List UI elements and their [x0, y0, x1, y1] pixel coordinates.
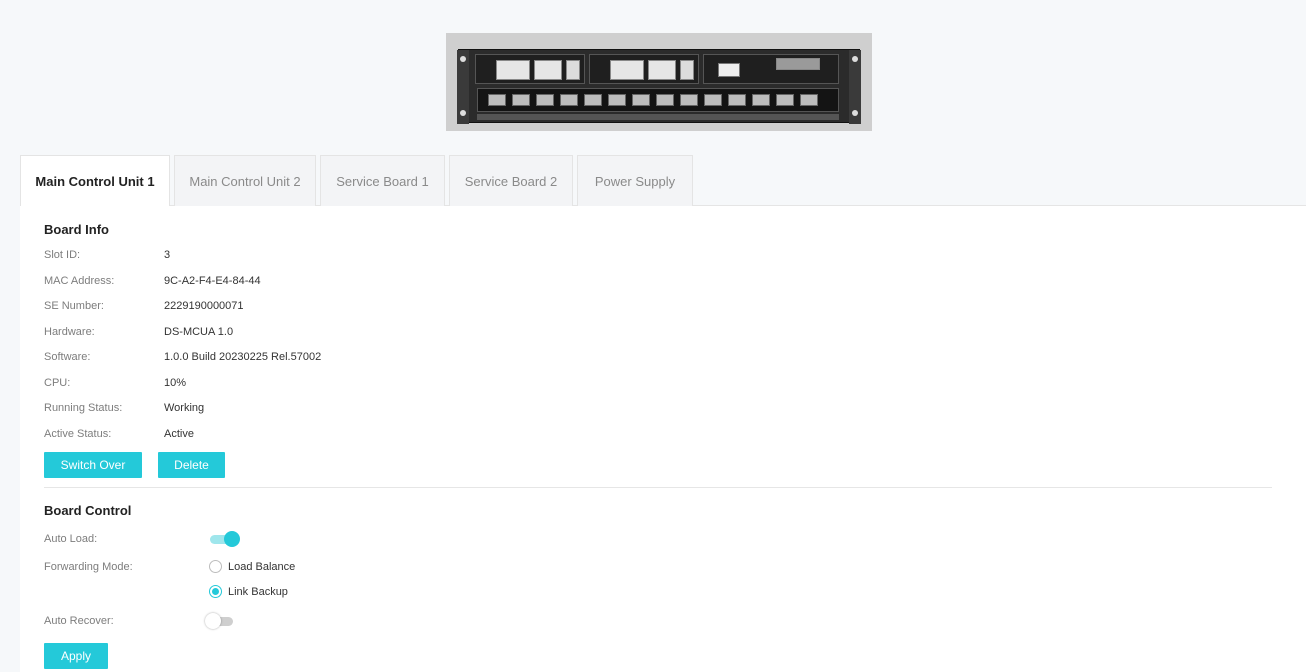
switch-over-button[interactable]: Switch Over [44, 452, 142, 478]
rj45-port [584, 94, 602, 106]
hardware-value: DS-MCUA 1.0 [164, 326, 234, 338]
delete-button[interactable]: Delete [158, 452, 225, 478]
rj45-port [752, 94, 770, 106]
rack-ear-left [457, 50, 469, 124]
sfp-ports [610, 60, 644, 80]
rj45-port [608, 94, 626, 106]
power-handle [776, 58, 820, 70]
chassis-rail [477, 114, 839, 120]
ear-hole [460, 110, 466, 116]
power-socket [718, 63, 740, 77]
running-status-label: Running Status: [44, 402, 123, 414]
tab-service-board-2[interactable]: Service Board 2 [449, 155, 573, 206]
rj45-port [560, 94, 578, 106]
mac-address-label: MAC Address: [44, 275, 115, 287]
toggle-knob [224, 531, 240, 547]
se-number-value: 2229190000071 [164, 300, 244, 312]
link-backup-label[interactable]: Link Backup [228, 586, 288, 598]
forwarding-mode-label: Forwarding Mode: [44, 561, 133, 573]
power-slot [703, 54, 839, 84]
board-control-title: Board Control [44, 503, 132, 518]
active-status-label: Active Status: [44, 428, 112, 440]
software-value: 1.0.0 Build 20230225 Rel.57002 [164, 351, 322, 363]
board-info-title: Board Info [44, 222, 109, 237]
tab-main-control-unit-2[interactable]: Main Control Unit 2 [174, 155, 316, 206]
mcu-slot-1 [475, 54, 585, 84]
tab-main-control-unit-1[interactable]: Main Control Unit 1 [20, 155, 170, 207]
hardware-label: Hardware: [44, 326, 95, 338]
rj45-port [728, 94, 746, 106]
auto-recover-label: Auto Recover: [44, 615, 114, 627]
cpu-value: 10% [164, 377, 187, 389]
rj45-port [680, 94, 698, 106]
rj45-port [800, 94, 818, 106]
load-balance-radio[interactable] [209, 560, 222, 573]
running-status-value: Working [164, 402, 205, 414]
rj45-port [512, 94, 530, 106]
software-label: Software: [44, 351, 91, 363]
toggle-knob [205, 613, 221, 629]
tab-power-supply[interactable]: Power Supply [577, 155, 693, 206]
service-board-slot [477, 88, 839, 112]
rj45-port [488, 94, 506, 106]
ear-hole [852, 56, 858, 62]
rj45-port [776, 94, 794, 106]
mac-address-value: 9C-A2-F4-E4-84-44 [164, 275, 261, 287]
load-balance-label[interactable]: Load Balance [228, 561, 295, 573]
slot-id-value: 3 [164, 249, 171, 261]
rj45-port [704, 94, 722, 106]
sfp-ports [648, 60, 676, 80]
console-port [566, 60, 580, 80]
auto-load-toggle[interactable] [208, 530, 240, 548]
se-number-label: SE Number: [44, 300, 104, 312]
board-panel: Board Info Slot ID: 3 MAC Address: 9C-A2… [20, 206, 1306, 672]
rj45-port [536, 94, 554, 106]
cpu-label: CPU: [44, 377, 71, 389]
rj45-port [656, 94, 674, 106]
apply-button[interactable]: Apply [44, 643, 108, 669]
section-divider [44, 487, 1272, 488]
sfp-ports [496, 60, 530, 80]
tab-service-board-1[interactable]: Service Board 1 [320, 155, 445, 206]
device-chassis-image [446, 33, 872, 131]
link-backup-radio[interactable] [209, 585, 222, 598]
auto-recover-toggle[interactable] [205, 612, 237, 630]
console-port [680, 60, 694, 80]
sfp-ports [534, 60, 562, 80]
auto-load-label: Auto Load: [44, 533, 98, 545]
slot-id-label: Slot ID: [44, 249, 81, 261]
mcu-slot-2 [589, 54, 699, 84]
rj45-port [632, 94, 650, 106]
ear-hole [460, 56, 466, 62]
active-status-value: Active [164, 428, 194, 440]
chassis-illustration [457, 49, 861, 124]
rack-ear-right [849, 50, 861, 124]
board-tabs: Main Control Unit 1 Main Control Unit 2 … [20, 155, 1306, 207]
ear-hole [852, 110, 858, 116]
